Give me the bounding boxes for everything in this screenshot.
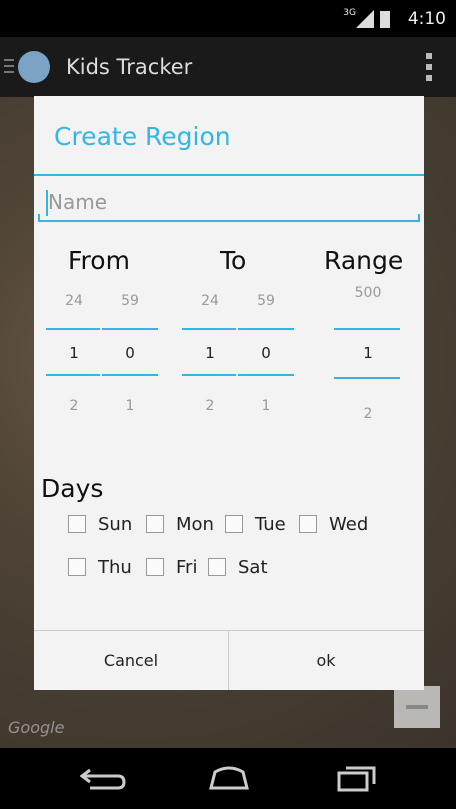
picker-line bbox=[102, 374, 158, 376]
checkbox-icon[interactable] bbox=[146, 515, 164, 533]
to-minute-picker[interactable]: 0 bbox=[246, 344, 286, 362]
to-hour-picker[interactable]: 1 bbox=[190, 344, 230, 362]
checkbox-icon[interactable] bbox=[68, 558, 86, 576]
from-hour-picker[interactable]: 1 bbox=[54, 344, 94, 362]
home-icon[interactable] bbox=[205, 764, 253, 792]
to-minute-prev[interactable]: 59 bbox=[246, 293, 286, 309]
day-checkbox-tue[interactable]: Tue bbox=[225, 512, 286, 536]
from-label: From bbox=[68, 246, 130, 275]
from-minute-prev[interactable]: 59 bbox=[110, 293, 150, 309]
recent-apps-icon[interactable] bbox=[336, 764, 378, 792]
to-hour-prev[interactable]: 24 bbox=[190, 293, 230, 309]
map-attribution: Google bbox=[8, 718, 65, 737]
network-type: 3G bbox=[343, 8, 356, 18]
cancel-button[interactable]: Cancel bbox=[34, 630, 228, 690]
day-checkbox-sat[interactable]: Sat bbox=[208, 555, 268, 579]
checkbox-icon[interactable] bbox=[208, 558, 226, 576]
to-minute-next[interactable]: 1 bbox=[246, 398, 286, 414]
day-checkbox-fri[interactable]: Fri bbox=[146, 555, 197, 579]
zoom-out-button[interactable] bbox=[394, 686, 440, 728]
dialog-title: Create Region bbox=[54, 122, 231, 151]
text-cursor bbox=[46, 190, 48, 216]
to-hour-next[interactable]: 2 bbox=[190, 398, 230, 414]
from-hour-prev[interactable]: 24 bbox=[54, 293, 94, 309]
picker-line bbox=[46, 374, 100, 376]
day-label: Wed bbox=[329, 513, 369, 535]
picker-line bbox=[238, 328, 294, 330]
range-picker[interactable]: 1 bbox=[348, 344, 388, 362]
back-icon[interactable] bbox=[80, 764, 126, 792]
picker-line bbox=[182, 328, 236, 330]
day-label: Mon bbox=[176, 513, 214, 535]
drawer-icon[interactable] bbox=[4, 59, 14, 73]
from-minute-next[interactable]: 1 bbox=[110, 398, 150, 414]
checkbox-icon[interactable] bbox=[299, 515, 317, 533]
create-region-dialog: Create Region From To Range 24 1 2 59 0 … bbox=[34, 96, 424, 690]
name-input[interactable] bbox=[38, 184, 420, 220]
day-label: Sat bbox=[238, 556, 268, 578]
range-prev[interactable]: 500 bbox=[348, 285, 388, 301]
range-next[interactable]: 2 bbox=[348, 406, 388, 422]
to-label: To bbox=[220, 246, 247, 275]
app-title: Kids Tracker bbox=[66, 55, 193, 79]
day-checkbox-mon[interactable]: Mon bbox=[146, 512, 214, 536]
range-label: Range bbox=[324, 246, 404, 275]
picker-line bbox=[182, 374, 236, 376]
navigation-bar bbox=[0, 748, 456, 809]
battery-icon bbox=[380, 11, 390, 28]
signal-icon bbox=[356, 10, 374, 28]
status-time: 4:10 bbox=[407, 9, 446, 29]
picker-line bbox=[102, 328, 158, 330]
picker-line bbox=[334, 328, 400, 330]
overflow-menu-icon[interactable] bbox=[426, 53, 432, 81]
picker-line bbox=[238, 374, 294, 376]
checkbox-icon[interactable] bbox=[146, 558, 164, 576]
day-label: Thu bbox=[98, 556, 132, 578]
day-checkbox-wed[interactable]: Wed bbox=[299, 512, 368, 536]
day-label: Sun bbox=[98, 513, 133, 535]
name-underline bbox=[38, 214, 420, 222]
picker-line bbox=[46, 328, 100, 330]
day-checkbox-thu[interactable]: Thu bbox=[68, 555, 132, 579]
app-icon[interactable] bbox=[18, 51, 50, 83]
title-divider bbox=[34, 174, 424, 176]
day-checkbox-sun[interactable]: Sun bbox=[68, 512, 132, 536]
action-bar: Kids Tracker bbox=[0, 37, 456, 97]
from-hour-next[interactable]: 2 bbox=[54, 398, 94, 414]
day-label: Tue bbox=[255, 513, 286, 535]
checkbox-icon[interactable] bbox=[225, 515, 243, 533]
days-label: Days bbox=[41, 474, 104, 503]
status-bar: 3G 4:10 bbox=[0, 0, 456, 37]
picker-line bbox=[334, 377, 400, 379]
day-label: Fri bbox=[176, 556, 198, 578]
checkbox-icon[interactable] bbox=[68, 515, 86, 533]
ok-button[interactable]: ok bbox=[229, 630, 423, 690]
from-minute-picker[interactable]: 0 bbox=[110, 344, 150, 362]
